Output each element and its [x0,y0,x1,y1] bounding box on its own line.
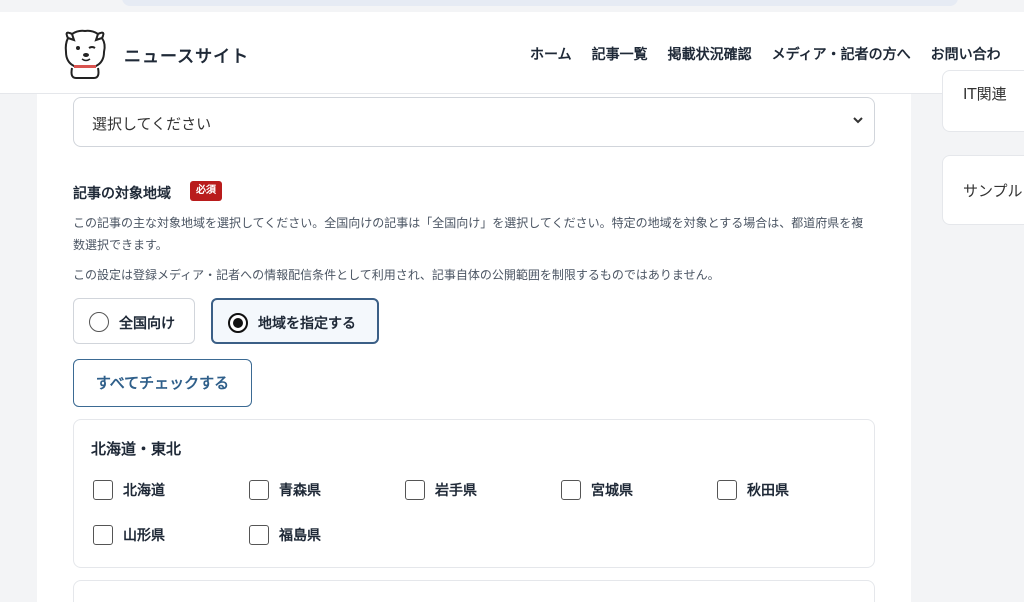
region-note-text: この設定は登録メディア・記者への情報配信条件として利用され、記事自体の公開範囲を… [73,268,720,282]
required-badge: 必須 [190,181,222,201]
checkbox-miyagi[interactable]: 宮城県 [561,480,633,500]
radio-specify-region[interactable]: 地域を指定する [211,298,379,344]
category-select[interactable]: 選択してください [73,97,875,147]
checkbox-icon [249,525,269,545]
sidebar-category-sample[interactable]: サンプル [942,155,1024,225]
checkbox-yamagata[interactable]: 山形県 [93,525,165,545]
select-value: 選択してください [92,115,212,133]
checkbox-icon [405,480,425,500]
checkbox-label: 福島県 [279,528,321,544]
checkbox-icon [561,480,581,500]
radio-label: 全国向け [119,316,175,332]
dog-logo-icon[interactable] [60,28,110,80]
checkbox-label: 青森県 [279,483,321,499]
sidebar-category-label: サンプル [963,182,1023,200]
region-group-hokkaido-tohoku: 北海道・東北 北海道 青森県 岩手県 宮城県 秋田県 山形県 福島県 [73,419,875,568]
nav-status[interactable]: 掲載状況確認 [668,44,752,64]
checkbox-fukushima[interactable]: 福島県 [249,525,321,545]
checkbox-label: 岩手県 [435,483,477,499]
checkbox-icon [249,480,269,500]
checkbox-label: 山形県 [123,528,165,544]
region-group-title: 北海道・東北 [91,440,182,458]
checkbox-akita[interactable]: 秋田県 [717,480,789,500]
checkbox-label: 宮城県 [591,483,633,499]
chevron-down-icon [853,117,863,124]
radio-nationwide[interactable]: 全国向け [73,298,195,344]
address-bar[interactable] [122,0,958,6]
checkbox-icon [93,525,113,545]
nav-articles[interactable]: 記事一覧 [592,44,648,64]
site-header: ニュースサイト ホーム 記事一覧 掲載状況確認 メディア・記者の方へ お問い合わ [0,12,1024,94]
sidebar-category-label: IT関連 [963,85,1007,103]
checkbox-aomori[interactable]: 青森県 [249,480,321,500]
region-group-next [73,580,875,602]
check-all-button[interactable]: すべてチェックする [73,359,252,407]
sidebar-category-it[interactable]: IT関連 [942,70,1024,132]
radio-label: 地域を指定する [258,316,356,332]
site-name[interactable]: ニュースサイト [124,42,249,67]
checkbox-iwate[interactable]: 岩手県 [405,480,477,500]
checkbox-label: 北海道 [123,483,165,499]
checkbox-label: 秋田県 [747,483,789,499]
checkbox-hokkaido[interactable]: 北海道 [93,480,165,500]
nav-home[interactable]: ホーム [530,44,572,64]
radio-checked-icon [228,313,248,333]
main-nav: ホーム 記事一覧 掲載状況確認 メディア・記者の方へ お問い合わ [530,44,1001,64]
radio-circle-icon [89,312,109,332]
checkbox-icon [93,480,113,500]
nav-contact[interactable]: お問い合わ [931,44,1001,64]
region-section-title: 記事の対象地域 [73,186,171,202]
region-help-text: この記事の主な対象地域を選択してください。全国向けの記事は「全国向け」を選択して… [73,216,864,252]
checkbox-icon [717,480,737,500]
nav-media[interactable]: メディア・記者の方へ [772,44,911,64]
